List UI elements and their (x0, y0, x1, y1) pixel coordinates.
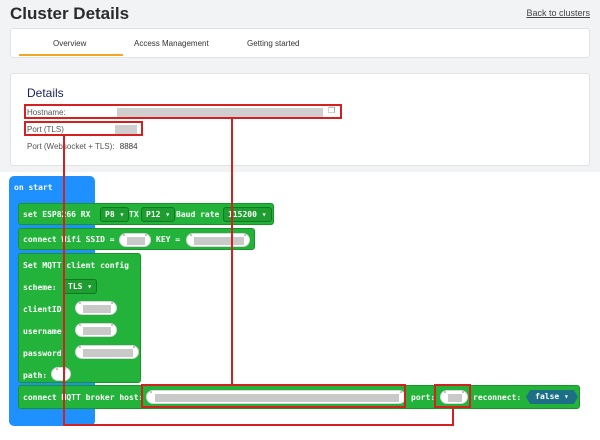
baud-rate-label: Baud rate (176, 210, 220, 219)
rx-pin-dropdown[interactable]: P8 ▾ (100, 207, 130, 222)
key-label: KEY = (156, 235, 181, 244)
port-ws-value: 8884 (119, 142, 138, 151)
connect-wifi-label: connect Wifi SSID = (23, 235, 115, 244)
mqtt-config-title: Set MQTT client config (23, 261, 129, 270)
ssid-input[interactable]: " " (119, 233, 151, 247)
mqtt-config-block[interactable]: Set MQTT client config scheme: TLS ▾ cli… (18, 253, 141, 383)
set-esp8266-label: set ESP8266 RX (23, 210, 91, 219)
broker-port-input[interactable]: " " (440, 390, 468, 404)
connect-mqtt-broker-block[interactable]: connect MQTT broker host: " " port: " " re… (18, 385, 580, 409)
details-title: Details (27, 86, 64, 100)
tab-getting-started[interactable]: Getting started (247, 39, 299, 48)
port-label: port: (411, 393, 436, 402)
broker-host-label: connect MQTT broker host: (23, 393, 144, 402)
port-tls-value-redacted (115, 125, 137, 134)
tab-bar: Overview Access Management Getting start… (10, 28, 590, 58)
reconnect-dropdown[interactable]: false ▾ (526, 390, 578, 404)
path-label: path: (23, 371, 48, 380)
tx-pin-dropdown[interactable]: P12 ▾ (141, 207, 176, 222)
copy-icon[interactable]: ❐ (328, 106, 335, 115)
client-id-input[interactable]: " " (75, 301, 117, 315)
password-input[interactable]: " " (75, 345, 139, 359)
path-input[interactable]: " " (51, 367, 71, 381)
scheme-label: scheme: (23, 283, 57, 292)
client-id-label: clientID: (23, 305, 67, 314)
reconnect-label: reconnect: (473, 393, 522, 402)
scheme-dropdown[interactable]: TLS ▾ (63, 279, 98, 294)
blocks-workspace[interactable]: on start set ESP8266 RX P8 ▾ TX P12 ▾ Ba… (0, 172, 600, 440)
connect-wifi-block[interactable]: connect Wifi SSID = " " KEY = " " (18, 228, 255, 250)
username-label: username: (23, 327, 67, 336)
port-ws-label: Port (Websocket + TLS): (27, 142, 115, 151)
tx-label: TX (129, 210, 139, 219)
hostname-row: Hostname: (27, 108, 66, 117)
password-label: password: (23, 349, 67, 358)
baud-rate-dropdown[interactable]: 115200 ▾ (223, 207, 272, 222)
port-tls-label: Port (TLS) (27, 125, 64, 134)
tab-access-management[interactable]: Access Management (134, 39, 209, 48)
back-to-clusters-link[interactable]: Back to clusters (526, 8, 590, 18)
page-title: Cluster Details (10, 4, 130, 23)
hostname-value-redacted (117, 108, 323, 117)
username-input[interactable]: " " (75, 323, 117, 337)
active-tab-indicator (19, 54, 123, 56)
port-tls-row: Port (TLS) (27, 125, 64, 134)
hostname-label: Hostname: (27, 108, 66, 117)
on-start-label: on start (14, 183, 53, 192)
details-card: Details Hostname: ❐ Port (TLS) Port (Web… (10, 73, 590, 166)
set-esp8266-block[interactable]: set ESP8266 RX P8 ▾ TX P12 ▾ Baud rate 1… (18, 203, 274, 225)
tab-overview[interactable]: Overview (53, 39, 86, 48)
key-input[interactable]: " " (186, 233, 250, 247)
broker-host-input[interactable]: " " (146, 390, 406, 404)
port-ws-row: Port (Websocket + TLS): 8884 (27, 142, 138, 151)
